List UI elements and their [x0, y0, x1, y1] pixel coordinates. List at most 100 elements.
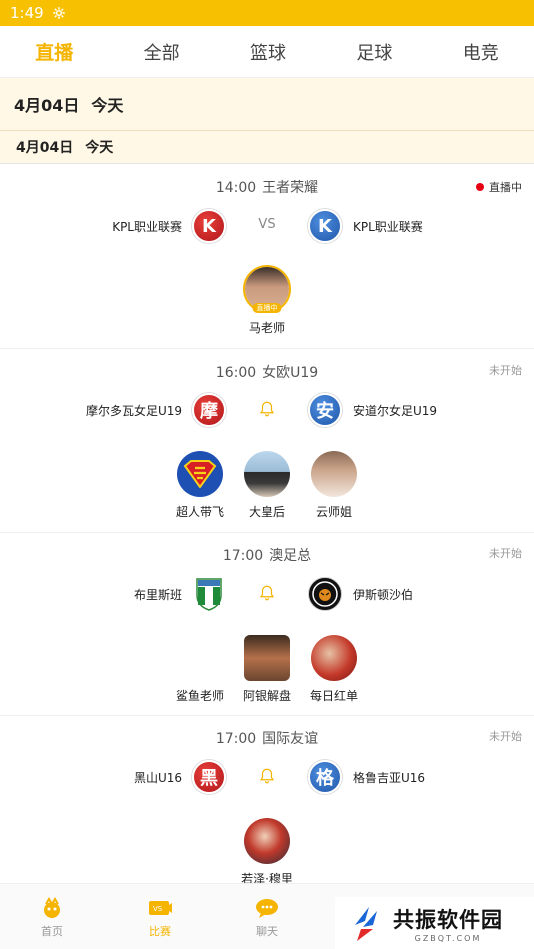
date-sub-day: 今天	[85, 140, 114, 156]
match-league: 澳足总	[269, 548, 312, 564]
team-row: KPL职业联赛 K VS K KPL职业联赛	[0, 209, 534, 245]
home-team-logo: 黑	[192, 760, 226, 794]
anchor-name: 阿银解盘	[242, 689, 291, 703]
anchor-item[interactable]: 每日红单	[301, 635, 368, 704]
match-time: 17:00	[215, 731, 257, 747]
tab-football[interactable]: 足球	[346, 35, 402, 69]
nav-match-label: 比赛	[149, 925, 171, 938]
vs-label: VS	[258, 217, 276, 232]
team-row: 摩尔多瓦女足U19 摩 安 安道尔女足U19	[0, 393, 534, 429]
nav-home[interactable]: 首页	[22, 896, 82, 939]
shield-crest-icon	[196, 578, 222, 611]
home-team-name: KPL职业联赛	[112, 220, 182, 234]
away-team-name: 格鲁吉亚U16	[353, 771, 426, 785]
anchor-name: 马老师	[248, 321, 285, 335]
avatar: 直播中	[243, 265, 291, 313]
home-team-name: 黑山U16	[133, 771, 182, 785]
team-row: 布里斯班 伊斯顿沙伯	[0, 577, 534, 613]
match-time: 17:00	[222, 548, 264, 564]
anchor-item[interactable]: 阿银解盘	[234, 635, 301, 704]
anchor-item[interactable]: 大皇后	[234, 451, 301, 520]
anchor-item[interactable]: 若泽·穆里	[234, 818, 301, 887]
watermark-main: 共振软件园	[393, 907, 503, 932]
home-team-name: 摩尔多瓦女足U19	[85, 404, 182, 418]
match-status: 未开始	[489, 364, 522, 377]
tab-esports[interactable]: 电竞	[453, 35, 509, 69]
match-title: 17:00 澳足总	[0, 545, 534, 565]
avatar	[244, 451, 290, 497]
anchor-item[interactable]: 鲨鱼老师	[167, 635, 234, 704]
anchor-name: 超人带飞	[175, 505, 224, 519]
live-status: 直播中	[476, 179, 522, 195]
watermark-logo-icon	[355, 907, 377, 941]
anchor-item[interactable]: 超人带飞	[167, 451, 234, 520]
avatar	[177, 451, 223, 497]
category-tabs: 直播 全部 篮球 足球 电竞	[0, 26, 534, 78]
tiger-crest-icon	[312, 581, 338, 607]
gear-icon	[52, 7, 65, 19]
bell-icon[interactable]	[258, 583, 276, 603]
status-bar: 1:49	[0, 0, 534, 26]
watermark: 共振软件园 GZBQT.COM	[335, 897, 534, 949]
live-tag: 直播中	[252, 303, 282, 313]
home-team-name: 布里斯班	[133, 588, 182, 602]
date-sub-date: 4月04日	[16, 140, 74, 156]
date-header: 4月04日 今天	[0, 78, 534, 130]
match-league: 国际友谊	[262, 731, 319, 747]
watermark-sub: GZBQT.COM	[414, 933, 482, 943]
bell-icon[interactable]	[258, 766, 276, 786]
home-icon	[44, 897, 60, 918]
avatar	[244, 635, 290, 681]
anchor-list: 超人带飞 大皇后 云师姐	[0, 451, 534, 520]
superman-logo-icon	[183, 460, 217, 488]
home-team-logo: 摩	[192, 393, 226, 427]
anchor-item[interactable]: 直播中 马老师	[234, 265, 301, 336]
match-time: 16:00	[215, 365, 257, 381]
match-league: 王者荣耀	[262, 180, 319, 196]
anchor-name: 鲨鱼老师	[175, 689, 224, 703]
match-league: 女欧U19	[262, 365, 319, 381]
away-team-logo: 安	[308, 393, 342, 427]
anchor-name: 云师姐	[315, 505, 352, 519]
match-status: 未开始	[489, 730, 522, 743]
match-card[interactable]: 14:00 王者荣耀 直播中 KPL职业联赛 K VS K KPL职业联赛 直播中…	[0, 165, 534, 349]
nav-chat[interactable]: 聊天	[237, 896, 297, 939]
watermark-text: 共振软件园 GZBQT.COM	[393, 904, 503, 943]
tab-all[interactable]: 全部	[134, 35, 190, 69]
avatar	[177, 635, 223, 681]
date-header-day: 今天	[91, 96, 124, 115]
away-team-name: KPL职业联赛	[353, 220, 423, 234]
tab-live[interactable]: 直播	[25, 34, 83, 69]
live-dot-icon	[476, 183, 484, 191]
nav-home-label: 首页	[41, 925, 63, 938]
match-card[interactable]: 17:00 澳足总 未开始 布里斯班 伊斯顿沙伯 鲨鱼老师 阿银解盘 每日红单	[0, 533, 534, 716]
away-team-logo	[308, 577, 342, 611]
status-time: 1:49	[10, 4, 44, 22]
avatar	[311, 451, 357, 497]
date-header-date: 4月04日	[14, 96, 80, 115]
match-title: 14:00 王者荣耀	[0, 177, 534, 197]
anchor-list: 鲨鱼老师 阿银解盘 每日红单	[0, 635, 534, 704]
home-team-logo: K	[192, 209, 226, 243]
live-status-label: 直播中	[489, 181, 522, 194]
match-title: 16:00 女欧U19	[0, 362, 534, 382]
team-row: 黑山U16 黑 格 格鲁吉亚U16	[0, 760, 534, 796]
away-team-name: 安道尔女足U19	[353, 404, 438, 418]
away-team-logo: 格	[308, 760, 342, 794]
nav-match[interactable]: VS 比赛	[130, 896, 190, 939]
anchor-name: 每日红单	[309, 689, 358, 703]
avatar	[311, 635, 357, 681]
match-card[interactable]: 16:00 女欧U19 未开始 摩尔多瓦女足U19 摩 安 安道尔女足U19 超人…	[0, 349, 534, 533]
anchor-item[interactable]: 云师姐	[301, 451, 368, 520]
match-time: 14:00	[215, 180, 257, 196]
date-subheader: 4月04日 今天	[0, 130, 534, 164]
match-card[interactable]: 17:00 国际友谊 未开始 黑山U16 黑 格 格鲁吉亚U16 若泽·穆里	[0, 716, 534, 886]
bell-icon[interactable]	[258, 399, 276, 419]
chat-icon	[256, 899, 278, 918]
tab-basketball[interactable]: 篮球	[240, 35, 296, 69]
anchor-name: 大皇后	[248, 505, 285, 519]
nav-chat-label: 聊天	[256, 925, 278, 938]
away-team-name: 伊斯顿沙伯	[353, 588, 414, 602]
away-team-logo: K	[308, 209, 342, 243]
svg-text:VS: VS	[153, 905, 163, 913]
